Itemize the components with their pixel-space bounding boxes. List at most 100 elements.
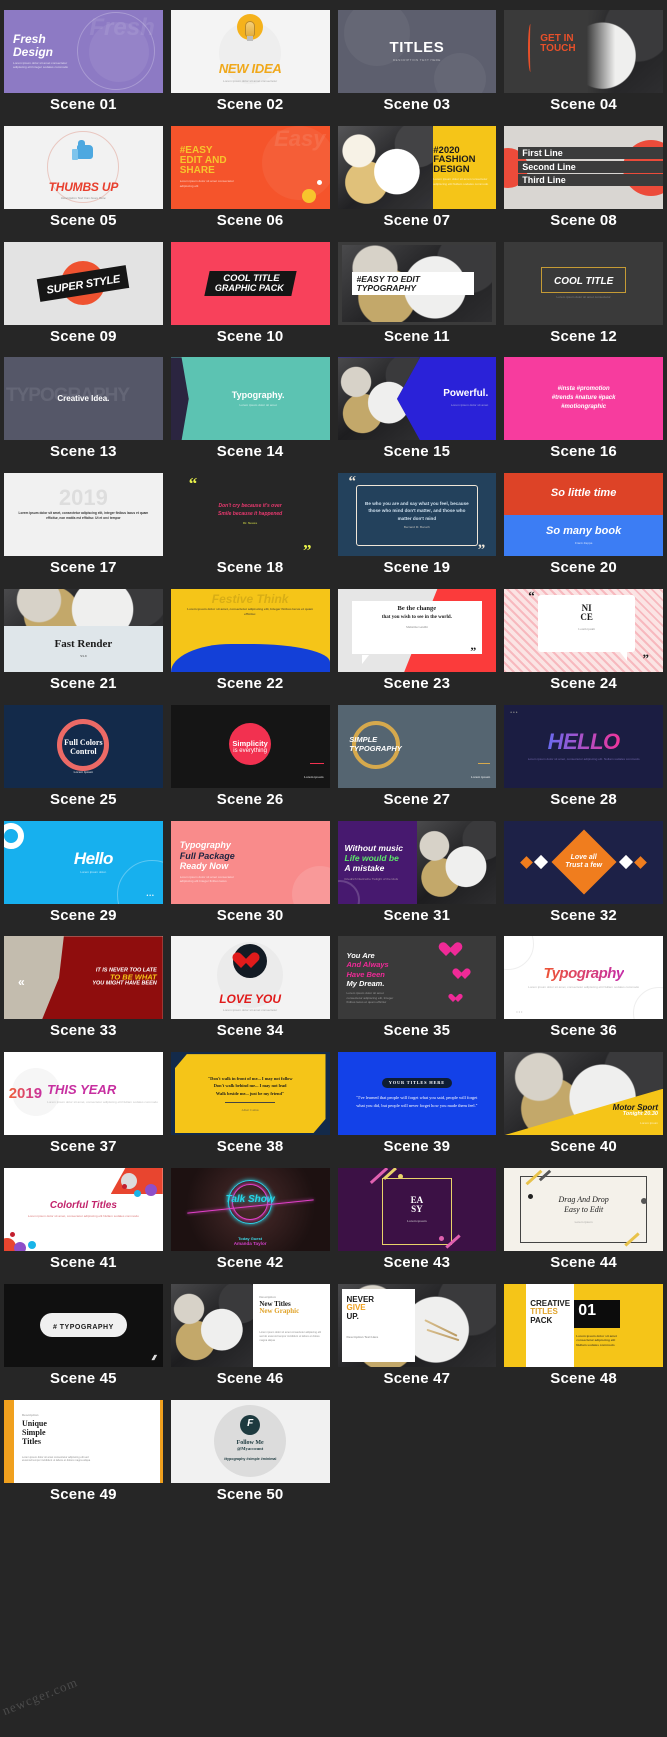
scene-cell-26[interactable]: Simplicity is everything Lorem ipsum Scen…: [167, 695, 334, 811]
scene-thumbnail[interactable]: “ ” Be who you are and say what you feel…: [337, 473, 497, 557]
scene-cell-02[interactable]: NEW IDEA Lorem ipsum dolor sit amet cons…: [167, 0, 334, 116]
scene-cell-29[interactable]: Hello Lorem ipsum dolor. ••• Scene 29: [0, 811, 167, 927]
scene-cell-43[interactable]: EA SY Lorem ipsum Scene 43: [334, 1158, 501, 1274]
scene-cell-31[interactable]: Without music Life would be A mistake Fr…: [334, 811, 501, 927]
scene-thumbnail[interactable]: Drag And Drop Easy to Edit Lorem ipsum: [504, 1167, 663, 1251]
scene-cell-27[interactable]: SIMPLE TYPOGRAPHY Lorem ipsum Scene 27: [334, 695, 501, 811]
scene-cell-15[interactable]: Powerful. Lorem ipsum dolor sit amet Scen…: [334, 347, 501, 463]
scene-thumbnail[interactable]: Full Colors Control Lorem Ipsum: [4, 704, 163, 788]
scene-thumbnail[interactable]: Talk Show Today Guest Amanda Taylor: [170, 1167, 330, 1251]
scene-cell-07[interactable]: #2020 FASHION DESIGN Lorem ipsum dolor sit…: [334, 116, 501, 232]
scene-cell-14[interactable]: Typography. Lorem ipsum dolor sit amet Sc…: [167, 347, 334, 463]
scene-thumbnail[interactable]: Typography. Lorem ipsum dolor sit amet: [170, 357, 330, 441]
scene-cell-32[interactable]: Love all Trust a few Scene 32: [500, 811, 667, 927]
scene-thumbnail[interactable]: TYPOGRAPHY Creative Idea.: [4, 357, 163, 441]
scene-cell-33[interactable]: « IT IS NEVER TOO LATE TO BE WHAT YOU MI…: [0, 926, 167, 1042]
scene-cell-21[interactable]: Fast Render V1.0 Scene 21: [0, 579, 167, 695]
scene-thumbnail[interactable]: YOUR TITLES HERE "I've learned that peop…: [337, 1052, 497, 1136]
scene-cell-24[interactable]: NI CE Lorem ipsum “ ” Scene 24: [500, 579, 667, 695]
scene-cell-41[interactable]: Colorful Titles Lorem ipsum dolor sit am…: [0, 1158, 167, 1274]
scene-cell-19[interactable]: “ ” Be who you are and say what you feel…: [334, 463, 501, 579]
scene-thumbnail[interactable]: #insta #promotion #trends #nature #pack #m…: [504, 357, 663, 441]
scene-thumbnail[interactable]: COOL TITLE GRAPHIC PACK: [170, 241, 330, 325]
scene-cell-11[interactable]: #EASY TO EDIT TYPOGRAPHY Scene 11: [334, 232, 501, 348]
scene-thumbnail[interactable]: #2020 FASHION DESIGN Lorem ipsum dolor sit…: [337, 125, 497, 209]
scene-thumbnail[interactable]: Festive Think Lorem ipsum dolor sit amet…: [170, 588, 330, 672]
scene-cell-50[interactable]: F Follow Me @Myaccount #typography #simp…: [167, 1390, 334, 1506]
scene-cell-42[interactable]: Talk Show Today Guest Amanda Taylor Scene…: [167, 1158, 334, 1274]
scene-cell-25[interactable]: Full Colors Control Lorem Ipsum Scene 25: [0, 695, 167, 811]
scene-thumbnail[interactable]: Hello Lorem ipsum dolor. •••: [4, 820, 163, 904]
scene-thumbnail[interactable]: ••• HELLO Lorem ipsum dolor sit amet, co…: [504, 704, 663, 788]
scene-thumbnail[interactable]: 2019 Lorem ipsum dolor sit amet, consect…: [4, 473, 163, 557]
scene-thumbnail[interactable]: GET IN TOUCH: [504, 10, 663, 93]
scene-thumbnail[interactable]: Colorful Titles Lorem ipsum dolor sit am…: [4, 1167, 163, 1251]
scene-cell-37[interactable]: 2019 THIS YEAR Lorem ipsum dolor sit ame…: [0, 1042, 167, 1158]
scene-cell-47[interactable]: NEVER GIVE UP. Description Text Here Sce…: [334, 1274, 501, 1390]
scene-thumbnail[interactable]: “ ” Don't cry because it's over Smile bec…: [170, 473, 330, 557]
scene-cell-09[interactable]: SUPER STYLE Scene 09: [0, 232, 167, 348]
scene-thumbnail[interactable]: COOL TITLE Lorem ipsum dolor sit amet co…: [504, 241, 663, 325]
scene-thumbnail[interactable]: # TYPOGRAPHY ///: [4, 1283, 163, 1367]
scene-thumbnail[interactable]: Typography Full Package Ready Now Lorem …: [170, 820, 330, 904]
scene-thumbnail[interactable]: NEVER GIVE UP. Description Text Here: [337, 1283, 497, 1367]
scene-cell-36[interactable]: Typography Lorem ipsum dolor sit amet, c…: [500, 926, 667, 1042]
scene-cell-28[interactable]: ••• HELLO Lorem ipsum dolor sit amet, co…: [500, 695, 667, 811]
scene-cell-05[interactable]: THUMBS UP Description Text Can Goes Here…: [0, 116, 167, 232]
scene-thumbnail[interactable]: Typography Lorem ipsum dolor sit amet, c…: [504, 936, 663, 1020]
scene-thumbnail[interactable]: F Follow Me @Myaccount #typography #simp…: [170, 1399, 330, 1483]
scene-cell-46[interactable]: Description New Titles New Graphic Lorem…: [167, 1274, 334, 1390]
scene-thumbnail[interactable]: First Line Second Line Third Line: [504, 125, 663, 209]
scene-cell-34[interactable]: LOVE YOU Lorem ipsum dolor sit amet cons…: [167, 926, 334, 1042]
scene-cell-06[interactable]: Easy #EASYEDIT ANDSHARE Lorem ipsum dolo…: [167, 116, 334, 232]
scene-cell-23[interactable]: Be the change that you wish to see in th…: [334, 579, 501, 695]
scene-cell-17[interactable]: 2019 Lorem ipsum dolor sit amet, consect…: [0, 463, 167, 579]
scene-cell-30[interactable]: Typography Full Package Ready Now Lorem …: [167, 811, 334, 927]
scene-cell-40[interactable]: Motor Sport Tonight 20.30 Lorem ipsum Sce…: [500, 1042, 667, 1158]
scene-thumbnail[interactable]: Description Unique Simple Titles Lorem ips…: [4, 1399, 163, 1483]
scene-cell-45[interactable]: # TYPOGRAPHY /// Scene 45: [0, 1274, 167, 1390]
scene-cell-20[interactable]: So little time So many book Frank Zappa S…: [500, 463, 667, 579]
scene-thumbnail[interactable]: Fast Render V1.0: [4, 588, 163, 672]
scene-cell-48[interactable]: CREATIVE TITLES PACK 01 Lorem ipsum dolo…: [500, 1274, 667, 1390]
scene-cell-04[interactable]: GET IN TOUCH Scene 04: [500, 0, 667, 116]
scene-cell-10[interactable]: COOL TITLE GRAPHIC PACK Scene 10: [167, 232, 334, 348]
scene-thumbnail[interactable]: SIMPLE TYPOGRAPHY Lorem ipsum: [337, 704, 497, 788]
scene-thumbnail[interactable]: Simplicity is everything Lorem ipsum: [170, 704, 330, 788]
scene-thumbnail[interactable]: LOVE YOU Lorem ipsum dolor sit amet cons…: [170, 936, 330, 1020]
scene-thumbnail[interactable]: You Are And Always Have Been My Dream. L…: [337, 936, 497, 1020]
scene-thumbnail[interactable]: « IT IS NEVER TOO LATE TO BE WHAT YOU MI…: [4, 936, 163, 1020]
scene-cell-35[interactable]: You Are And Always Have Been My Dream. L…: [334, 926, 501, 1042]
scene-thumbnail[interactable]: "Don't walk in front of me... I may not …: [170, 1052, 330, 1136]
scene-thumbnail[interactable]: TITLES DESCRIPTION TEXT HERE: [337, 10, 497, 93]
scene-thumbnail[interactable]: NI CE Lorem ipsum “ ”: [504, 588, 663, 672]
scene-thumbnail[interactable]: Easy #EASYEDIT ANDSHARE Lorem ipsum dolo…: [170, 125, 330, 209]
scene-thumbnail[interactable]: Fresh FreshDesign Lorem ipsum dolor sit …: [4, 10, 163, 93]
scene-cell-13[interactable]: TYPOGRAPHY Creative Idea. Scene 13: [0, 347, 167, 463]
scene-thumbnail[interactable]: NEW IDEA Lorem ipsum dolor sit amet cons…: [170, 10, 330, 93]
scene-thumbnail[interactable]: SUPER STYLE: [4, 241, 163, 325]
scene-cell-49[interactable]: Description Unique Simple Titles Lorem ips…: [0, 1390, 167, 1506]
scene-cell-44[interactable]: Drag And Drop Easy to Edit Lorem ipsum Sce…: [500, 1158, 667, 1274]
scene-thumbnail[interactable]: Motor Sport Tonight 20.30 Lorem ipsum: [504, 1052, 663, 1136]
scene-thumbnail[interactable]: Description New Titles New Graphic Lorem…: [170, 1283, 330, 1367]
scene-thumbnail[interactable]: EA SY Lorem ipsum: [337, 1167, 497, 1251]
scene-thumbnail[interactable]: Without music Life would be A mistake Fr…: [337, 820, 497, 904]
scene-thumbnail[interactable]: Be the change that you wish to see in th…: [337, 588, 497, 672]
scene-thumbnail[interactable]: Love all Trust a few: [504, 820, 663, 904]
scene-cell-18[interactable]: “ ” Don't cry because it's over Smile bec…: [167, 463, 334, 579]
scene-thumbnail[interactable]: So little time So many book Frank Zappa: [504, 473, 663, 557]
scene-thumbnail[interactable]: CREATIVE TITLES PACK 01 Lorem ipsum dolo…: [504, 1283, 663, 1367]
scene-cell-38[interactable]: "Don't walk in front of me... I may not …: [167, 1042, 334, 1158]
scene-cell-22[interactable]: Festive Think Lorem ipsum dolor sit amet…: [167, 579, 334, 695]
scene-thumbnail[interactable]: Powerful. Lorem ipsum dolor sit amet: [337, 357, 497, 441]
scene-cell-08[interactable]: First Line Second Line Third Line Scene 08: [500, 116, 667, 232]
scene-cell-12[interactable]: COOL TITLE Lorem ipsum dolor sit amet co…: [500, 232, 667, 348]
scene-thumbnail[interactable]: #EASY TO EDIT TYPOGRAPHY: [337, 241, 497, 325]
scene-cell-39[interactable]: YOUR TITLES HERE "I've learned that peop…: [334, 1042, 501, 1158]
scene-cell-16[interactable]: #insta #promotion #trends #nature #pack #m…: [500, 347, 667, 463]
scene-cell-01[interactable]: Fresh FreshDesign Lorem ipsum dolor sit …: [0, 0, 167, 116]
scene-thumbnail[interactable]: 2019 THIS YEAR Lorem ipsum dolor sit ame…: [4, 1052, 163, 1136]
scene-thumbnail[interactable]: THUMBS UP Description Text Can Goes Here: [4, 125, 163, 209]
scene-cell-03[interactable]: TITLES DESCRIPTION TEXT HERE Scene 03: [334, 0, 501, 116]
